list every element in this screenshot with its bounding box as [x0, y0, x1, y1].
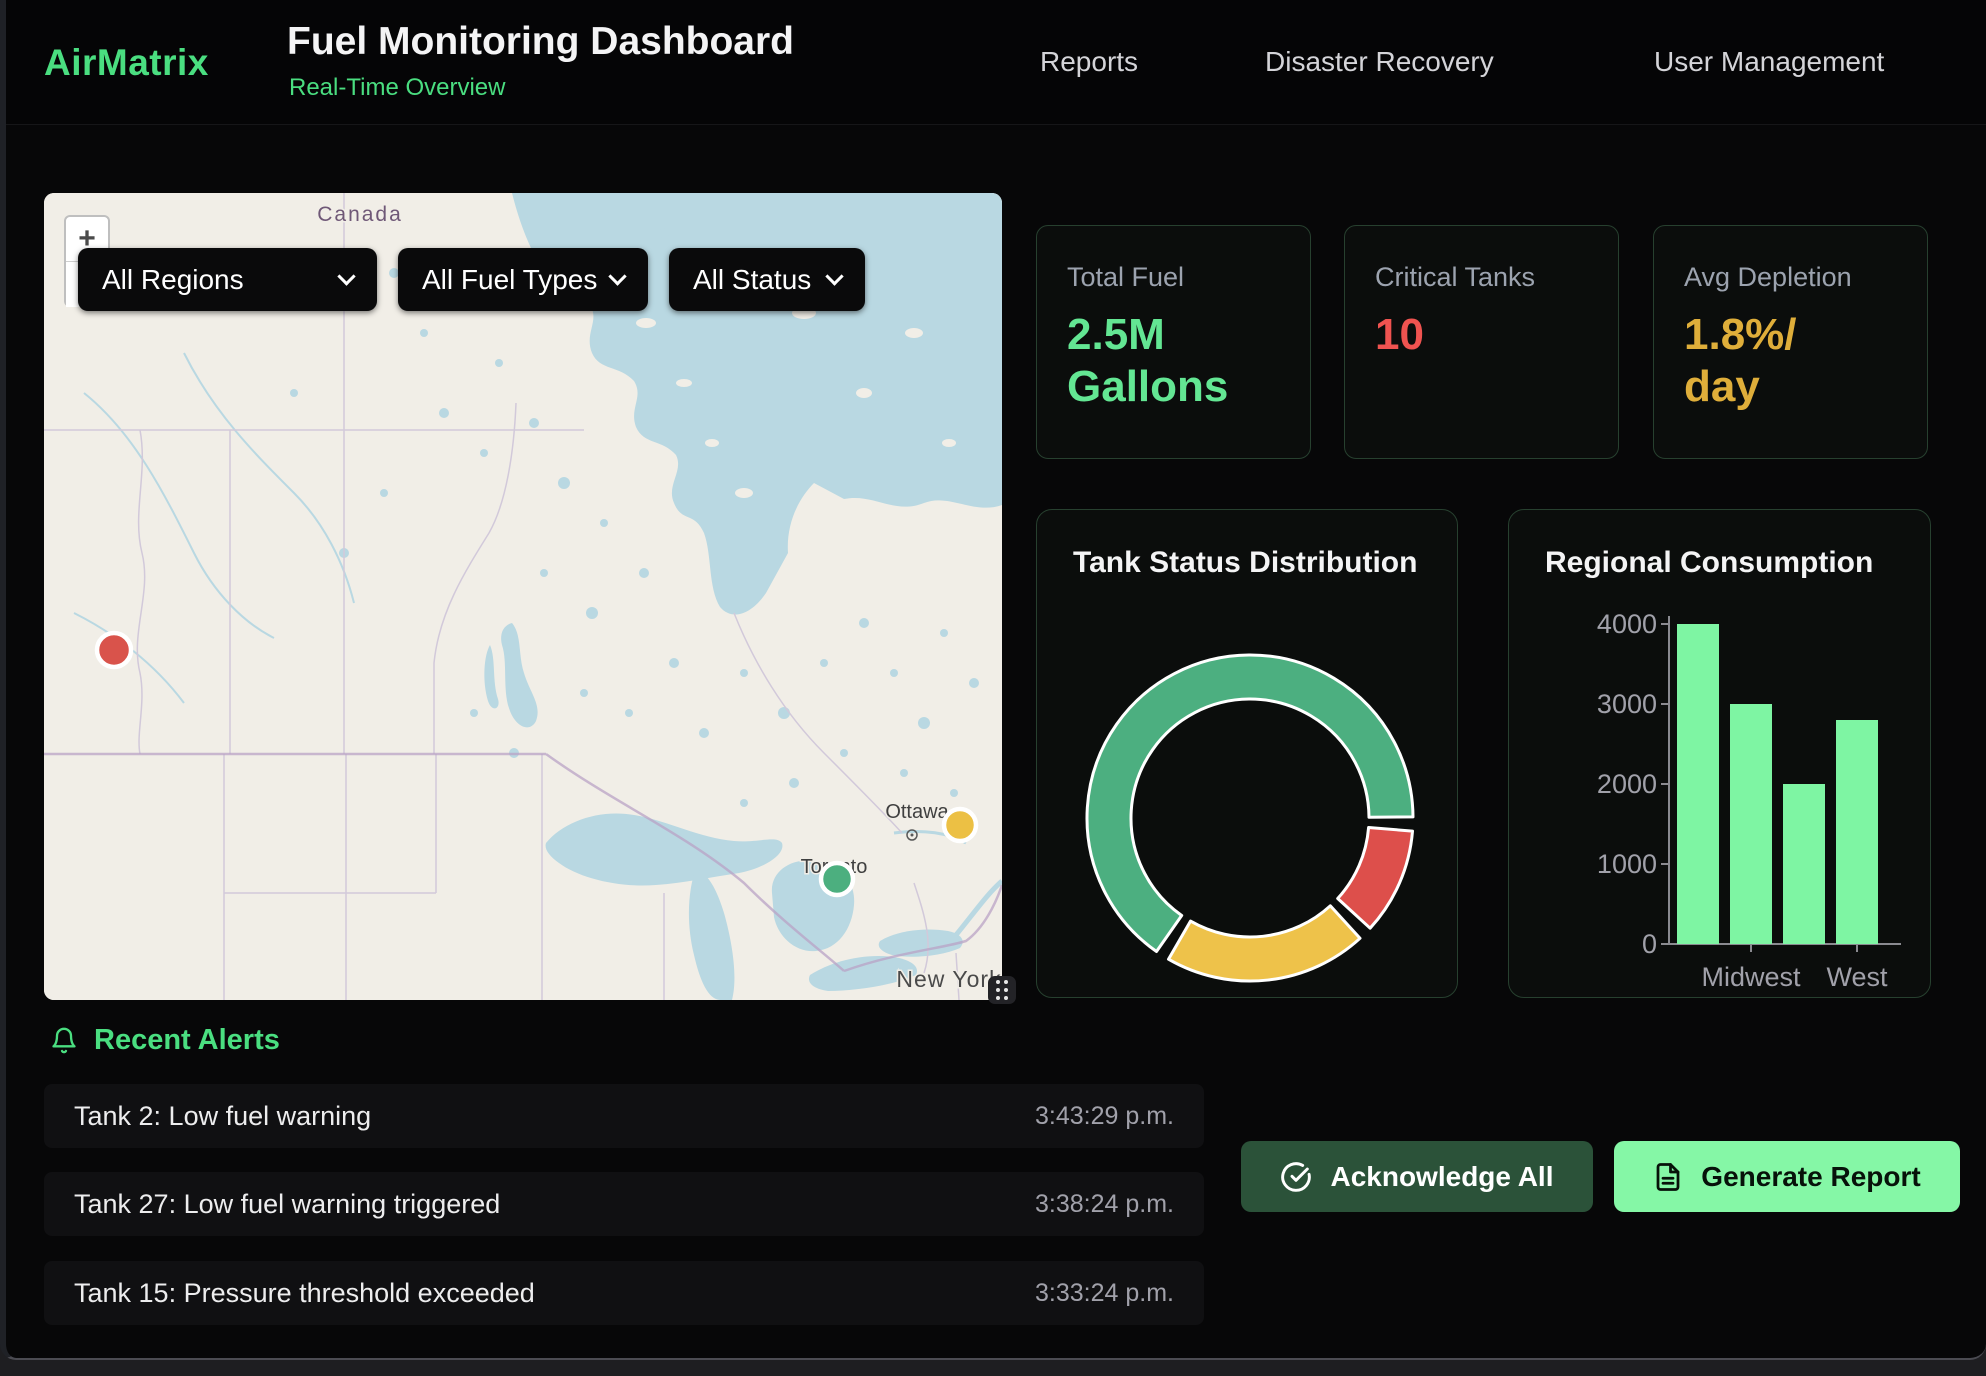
dashboard-app: AirMatrix Fuel Monitoring Dashboard Real… [0, 0, 1986, 1360]
alert-text: Tank 27: Low fuel warning triggered [74, 1189, 500, 1220]
region-filter-dropdown[interactable]: All Regions [78, 248, 377, 311]
generate-report-button[interactable]: Generate Report [1614, 1141, 1960, 1212]
stat-value-line: 1.8%/ [1684, 309, 1897, 361]
generate-report-label: Generate Report [1701, 1161, 1920, 1193]
tank-status-distribution-card: Tank Status Distribution [1036, 509, 1458, 998]
map-basemap: Canada Ottawa Toronto New York [44, 193, 1002, 1000]
drag-handle-icon[interactable] [988, 976, 1016, 1004]
nav-item-user-management[interactable]: User Management [1654, 46, 1884, 78]
stat-value: 2.5M Gallons [1067, 309, 1280, 413]
alert-timestamp: 3:33:24 p.m. [1035, 1279, 1174, 1308]
status-filter-value: All Status [693, 264, 811, 296]
nav-item-disaster-recovery[interactable]: Disaster Recovery [1265, 46, 1494, 78]
brand-logo: AirMatrix [44, 42, 209, 84]
recent-alerts-title: Recent Alerts [94, 1024, 280, 1057]
stat-card-critical-tanks: Critical Tanks 10 [1344, 225, 1619, 459]
bar-region-0 [1677, 624, 1719, 944]
header: AirMatrix Fuel Monitoring Dashboard Real… [6, 0, 1986, 125]
acknowledge-all-label: Acknowledge All [1330, 1161, 1553, 1193]
report-document-icon [1653, 1161, 1683, 1193]
bar-chart-tick-label: 3000 [1597, 689, 1657, 719]
donut-chart [1037, 510, 1459, 999]
alert-text: Tank 15: Pressure threshold exceeded [74, 1278, 535, 1309]
alert-timestamp: 3:43:29 p.m. [1035, 1102, 1174, 1131]
stat-label: Total Fuel [1067, 262, 1280, 293]
stat-label: Critical Tanks [1375, 262, 1588, 293]
alert-timestamp: 3:38:24 p.m. [1035, 1190, 1174, 1219]
page-subtitle: Real-Time Overview [289, 74, 505, 102]
bar-chart-tick-label: 2000 [1597, 769, 1657, 799]
chevron-down-icon [825, 267, 843, 285]
bar-midwest [1730, 704, 1772, 944]
check-circle-icon [1280, 1161, 1312, 1193]
alert-text: Tank 2: Low fuel warning [74, 1101, 371, 1132]
chevron-down-icon [608, 267, 626, 285]
recent-alerts-header: Recent Alerts [50, 1024, 280, 1057]
stat-card-avg-depletion: Avg Depletion 1.8%/ day [1653, 225, 1928, 459]
bell-icon [50, 1025, 78, 1056]
bar-chart: 0 1000 2000 3000 4000 Midwest West [1509, 510, 1932, 999]
acknowledge-all-button[interactable]: Acknowledge All [1241, 1141, 1593, 1212]
stat-value: 1.8%/ day [1684, 309, 1897, 413]
tank-marker-warning[interactable] [944, 809, 976, 841]
map-canvas[interactable]: Canada Ottawa Toronto New York + − All R… [44, 193, 1002, 1000]
bar-chart-tick-label: 1000 [1597, 849, 1657, 879]
region-filter-value: All Regions [102, 264, 244, 296]
stat-label: Avg Depletion [1684, 262, 1897, 293]
bar-chart-tick-label: 4000 [1597, 609, 1657, 639]
page-title: Fuel Monitoring Dashboard [287, 20, 794, 64]
status-filter-dropdown[interactable]: All Status [669, 248, 865, 311]
map-filters: All Regions All Fuel Types All Status [78, 248, 865, 311]
alert-row[interactable]: Tank 15: Pressure threshold exceeded 3:3… [44, 1261, 1204, 1325]
stat-value: 10 [1375, 309, 1588, 361]
donut-segment-warning [1169, 906, 1361, 981]
stat-value-line: Gallons [1067, 361, 1280, 413]
bar-chart-tick-label: West [1826, 962, 1888, 992]
bar-chart-tick-label: Midwest [1701, 962, 1801, 992]
donut-segment-critical [1338, 828, 1413, 929]
map-label-new-york: New York [896, 966, 1001, 992]
alert-row[interactable]: Tank 27: Low fuel warning triggered 3:38… [44, 1172, 1204, 1236]
map-label-ottawa: Ottawa [885, 801, 949, 823]
bar-chart-tick-label: 0 [1642, 929, 1657, 959]
stat-value-line: day [1684, 361, 1897, 413]
map-label-canada: Canada [317, 203, 403, 226]
stat-value-line: 10 [1375, 309, 1588, 361]
nav-item-reports[interactable]: Reports [1040, 46, 1138, 78]
tank-marker-critical[interactable] [97, 633, 131, 667]
bar-region-2 [1783, 784, 1825, 944]
stat-card-total-fuel: Total Fuel 2.5M Gallons [1036, 225, 1311, 459]
chevron-down-icon [337, 267, 355, 285]
stat-value-line: 2.5M [1067, 309, 1280, 361]
bar-west [1836, 720, 1878, 944]
tank-marker-normal[interactable] [821, 863, 853, 895]
fuel-type-filter-value: All Fuel Types [422, 264, 597, 296]
regional-consumption-card: Regional Consumption 01000200030004000Mi… [1508, 509, 1931, 998]
fuel-type-filter-dropdown[interactable]: All Fuel Types [398, 248, 648, 311]
alert-row[interactable]: Tank 2: Low fuel warning 3:43:29 p.m. [44, 1084, 1204, 1148]
